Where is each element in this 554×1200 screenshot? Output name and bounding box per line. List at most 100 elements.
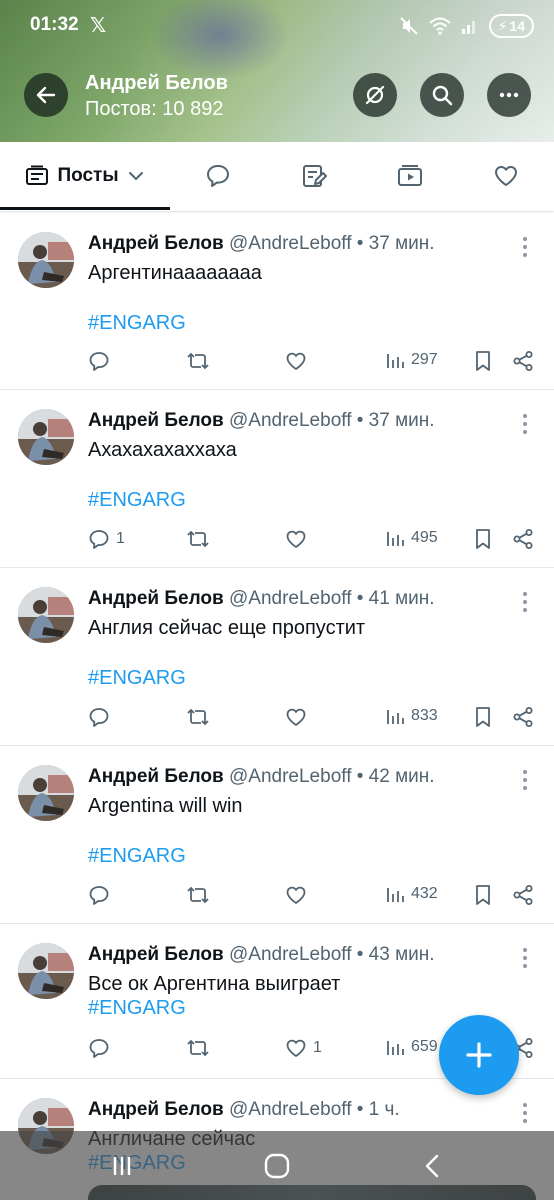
avatar[interactable] bbox=[18, 409, 74, 465]
post[interactable]: Андрей Белов @AndreLeboff • 41 мин. Англи… bbox=[0, 568, 554, 746]
author-name[interactable]: Андрей Белов bbox=[88, 588, 224, 609]
avatar[interactable] bbox=[18, 943, 74, 999]
share-button[interactable] bbox=[512, 884, 534, 906]
bookmark-icon bbox=[476, 885, 490, 905]
post-meta: @AndreLeboff • 37 мин. bbox=[229, 410, 435, 431]
home-button[interactable] bbox=[262, 1151, 292, 1181]
like-icon bbox=[286, 352, 306, 370]
share-button[interactable] bbox=[512, 706, 534, 728]
post-menu-button[interactable] bbox=[518, 590, 532, 614]
like-button[interactable] bbox=[285, 528, 313, 550]
post-header: Андрей Белов @AndreLeboff • 1 ч. bbox=[88, 1099, 400, 1121]
post[interactable]: Андрей Белов @AndreLeboff • 42 мин. Argen… bbox=[0, 746, 554, 924]
plus-icon bbox=[466, 1042, 492, 1068]
share-icon bbox=[513, 707, 533, 727]
like-icon bbox=[286, 886, 306, 904]
reply-button[interactable] bbox=[88, 884, 116, 906]
recent-apps-button[interactable] bbox=[107, 1151, 137, 1181]
share-button[interactable] bbox=[512, 350, 534, 372]
repost-button[interactable] bbox=[186, 884, 210, 906]
post-hashtag[interactable]: #ENGARG bbox=[88, 312, 186, 335]
post-menu-button[interactable] bbox=[518, 235, 532, 259]
post-actions: 297 bbox=[0, 350, 554, 376]
author-name[interactable]: Андрей Белов bbox=[88, 410, 224, 431]
author-name[interactable]: Андрей Белов bbox=[88, 766, 224, 787]
status-icons: ⚡ 14 bbox=[399, 14, 534, 38]
system-navigation-bar bbox=[0, 1131, 554, 1200]
bookmark-button[interactable] bbox=[473, 528, 493, 550]
like-icon bbox=[286, 708, 306, 726]
kebab-menu-icon bbox=[523, 414, 527, 434]
avatar[interactable] bbox=[18, 232, 74, 288]
share-icon bbox=[513, 885, 533, 905]
post-meta: @AndreLeboff • 43 мин. bbox=[229, 944, 435, 965]
like-button[interactable] bbox=[285, 706, 313, 728]
kebab-menu-icon bbox=[523, 592, 527, 612]
reply-icon bbox=[89, 1039, 109, 1058]
tab-replies[interactable] bbox=[185, 142, 251, 210]
repost-button[interactable] bbox=[186, 350, 210, 372]
post[interactable]: Андрей Белов @AndreLeboff • 37 мин. Ахаха… bbox=[0, 390, 554, 568]
reply-button[interactable] bbox=[88, 1037, 116, 1059]
author-name[interactable]: Андрей Белов bbox=[88, 1099, 224, 1120]
signal-icon bbox=[461, 21, 475, 34]
avatar[interactable] bbox=[18, 765, 74, 821]
views-button[interactable]: 833 bbox=[385, 706, 438, 726]
post-actions: 833 bbox=[0, 706, 554, 732]
tab-highlights[interactable] bbox=[281, 142, 347, 210]
tab-media[interactable] bbox=[377, 142, 443, 210]
views-button[interactable]: 432 bbox=[385, 884, 438, 904]
views-button[interactable]: 659 bbox=[385, 1037, 438, 1057]
kebab-menu-icon bbox=[523, 1103, 527, 1123]
reply-button[interactable]: 1 bbox=[88, 528, 125, 550]
like-button[interactable]: 1 bbox=[285, 1037, 322, 1059]
back-button[interactable] bbox=[24, 73, 68, 117]
post-menu-button[interactable] bbox=[518, 946, 532, 970]
like-button[interactable] bbox=[285, 350, 313, 372]
post-menu-button[interactable] bbox=[518, 768, 532, 792]
search-button[interactable] bbox=[420, 73, 464, 117]
post-hashtag[interactable]: #ENGARG bbox=[88, 489, 186, 512]
kebab-menu-icon bbox=[523, 770, 527, 790]
post-menu-button[interactable] bbox=[518, 412, 532, 436]
repost-button[interactable] bbox=[186, 528, 210, 550]
tab-posts[interactable]: Посты bbox=[0, 142, 170, 210]
like-button[interactable] bbox=[285, 884, 313, 906]
bookmark-button[interactable] bbox=[473, 350, 493, 372]
like-icon bbox=[286, 530, 306, 548]
article-edit-icon bbox=[303, 165, 327, 187]
bookmark-button[interactable] bbox=[473, 706, 493, 728]
more-button[interactable] bbox=[487, 73, 531, 117]
author-name[interactable]: Андрей Белов bbox=[88, 944, 224, 965]
posts-list-icon bbox=[26, 165, 49, 185]
repost-button[interactable] bbox=[186, 706, 210, 728]
post-hashtag[interactable]: #ENGARG bbox=[88, 845, 186, 868]
repost-icon bbox=[187, 1039, 209, 1057]
views-count: 659 bbox=[411, 1038, 438, 1055]
views-button[interactable]: 495 bbox=[385, 528, 438, 548]
repost-icon bbox=[187, 352, 209, 370]
repost-button[interactable] bbox=[186, 1037, 210, 1059]
system-back-button[interactable] bbox=[418, 1151, 448, 1181]
post-hashtag[interactable]: #ENGARG bbox=[88, 997, 186, 1020]
post-hashtag[interactable]: #ENGARG bbox=[88, 667, 186, 690]
grok-button[interactable] bbox=[353, 73, 397, 117]
reply-button[interactable] bbox=[88, 350, 116, 372]
compose-post-button[interactable] bbox=[439, 1015, 519, 1095]
share-button[interactable] bbox=[512, 528, 534, 550]
post-menu-button[interactable] bbox=[518, 1101, 532, 1125]
post-text: Argentina will win bbox=[88, 795, 243, 817]
bookmark-button[interactable] bbox=[473, 884, 493, 906]
reply-icon bbox=[89, 352, 109, 371]
avatar[interactable] bbox=[18, 587, 74, 643]
reply-button[interactable] bbox=[88, 706, 116, 728]
battery-indicator: ⚡ 14 bbox=[488, 14, 534, 38]
post-meta: @AndreLeboff • 1 ч. bbox=[229, 1099, 400, 1120]
views-icon bbox=[387, 888, 404, 902]
author-name[interactable]: Андрей Белов bbox=[88, 233, 224, 254]
tab-likes[interactable] bbox=[473, 142, 539, 210]
views-button[interactable]: 297 bbox=[385, 350, 438, 370]
avatar-photo bbox=[18, 943, 74, 999]
repost-icon bbox=[187, 886, 209, 904]
post[interactable]: Андрей Белов @AndreLeboff • 37 мин. Арген… bbox=[0, 213, 554, 390]
